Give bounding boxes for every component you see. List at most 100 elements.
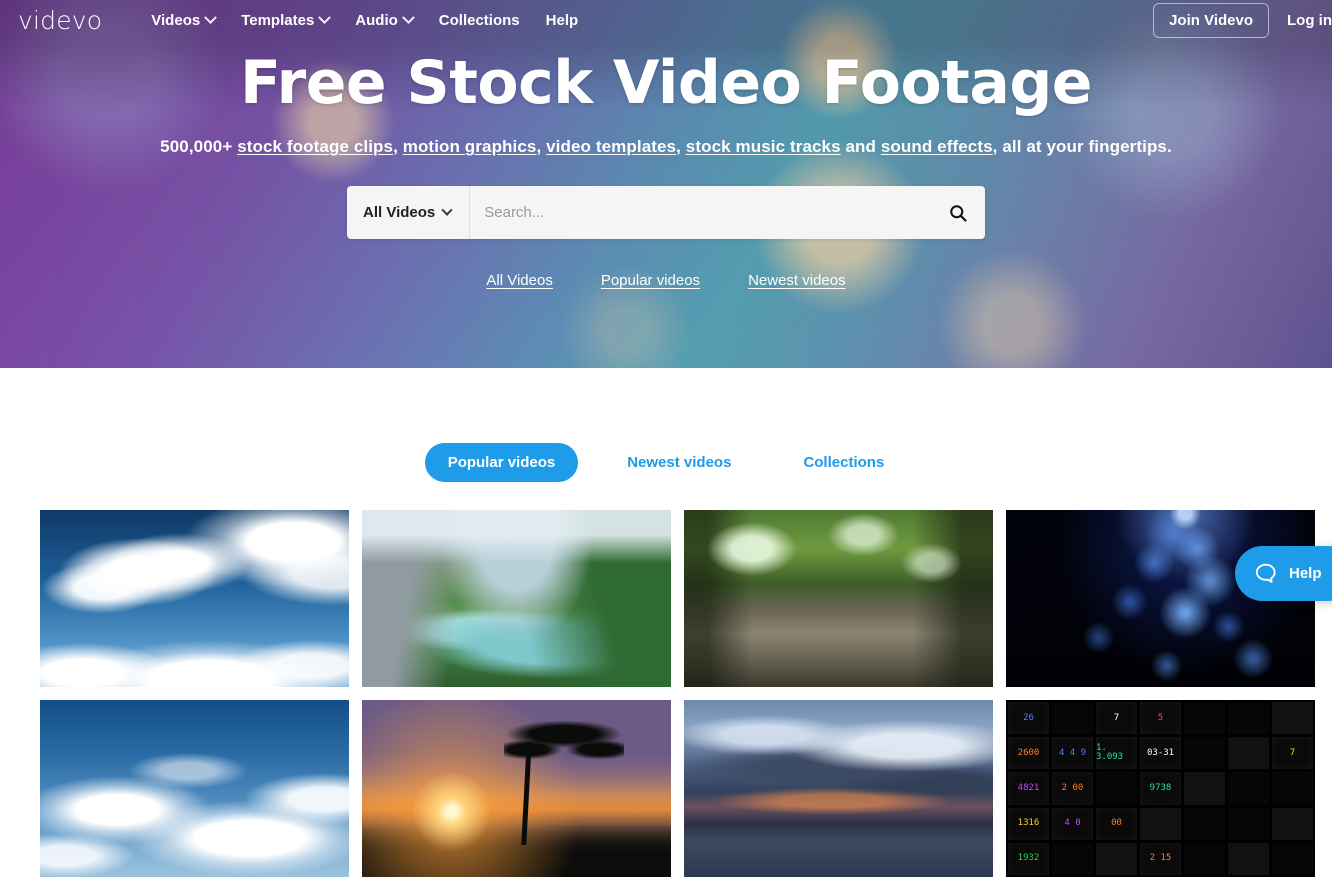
display-cell <box>1140 807 1181 840</box>
link-video-templates[interactable]: video templates <box>546 137 676 156</box>
page-title: Free Stock Video Footage <box>240 48 1093 118</box>
video-thumbnail-grid: 26 7 5 2600 4 4 9 1. 3.093 03-31 7 4821 2 00 9738 1… <box>40 510 1315 877</box>
thumbnail-image <box>684 700 993 877</box>
hero-link-popular-videos[interactable]: Popular videos <box>601 272 700 289</box>
help-label: Help <box>1289 565 1322 582</box>
link-sound-effects[interactable]: sound effects <box>881 137 993 156</box>
hero-subtitle: 500,000+ stock footage clips, motion gra… <box>0 137 1332 157</box>
hero-content: Free Stock Video Footage 500,000+ stock … <box>0 0 1332 289</box>
display-cell: 2 15 <box>1140 842 1181 875</box>
thumbnail-image <box>362 700 671 877</box>
display-cell: 26 <box>1008 702 1049 735</box>
hero-link-all-videos[interactable]: All Videos <box>486 272 552 289</box>
display-cell: 7 <box>1272 737 1313 770</box>
thumbnail-image <box>684 510 993 687</box>
chat-bubble-icon <box>1255 563 1276 583</box>
nav-links: Videos Templates Audio Collections Help <box>138 10 592 29</box>
display-cell: 1. 3.093 <box>1096 737 1137 770</box>
display-cell <box>1272 807 1313 840</box>
display-cell <box>1228 807 1269 840</box>
display-cell: 1932 <box>1008 842 1049 875</box>
hero-quick-links: All Videos Popular videos Newest videos <box>0 272 1332 289</box>
display-cell <box>1228 702 1269 735</box>
display-cell <box>1228 772 1269 805</box>
nav-item-label: Collections <box>438 11 520 29</box>
nav-item-label: Audio <box>355 11 398 29</box>
display-cell: 4821 <box>1008 772 1049 805</box>
main-navigation: videvo Videos Templates Audio Collection… <box>0 0 1332 40</box>
display-cell <box>1096 842 1137 875</box>
search-icon <box>950 204 967 222</box>
hero-subtitle-prefix: 500,000+ <box>160 137 238 156</box>
join-videvo-button[interactable]: Join Videvo <box>1153 2 1269 38</box>
thumbnail-image <box>40 700 349 877</box>
hero-subtitle-sep: , <box>393 137 403 156</box>
link-stock-footage-clips[interactable]: stock footage clips <box>237 137 393 156</box>
chevron-down-icon <box>318 10 332 24</box>
display-cell: 7 <box>1096 702 1137 735</box>
chevron-down-icon <box>204 10 218 24</box>
chevron-down-icon <box>401 10 415 24</box>
display-cell <box>1272 772 1313 805</box>
display-cell: 03-31 <box>1140 737 1181 770</box>
nav-account-actions: Join Videvo Log in <box>1153 0 1332 40</box>
display-cell: 2 00 <box>1052 772 1093 805</box>
display-cell <box>1228 842 1269 875</box>
videvo-logo[interactable]: videvo <box>18 8 102 33</box>
display-cell <box>1184 842 1225 875</box>
display-cell <box>1184 737 1225 770</box>
hero-subtitle-suffix: , all at your fingertips. <box>992 137 1172 156</box>
search-category-label: All Videos <box>363 204 436 221</box>
help-chat-button[interactable]: Help <box>1235 546 1332 601</box>
hero-section: videvo Videos Templates Audio Collection… <box>0 0 1332 368</box>
display-cell <box>1184 772 1225 805</box>
display-cell <box>1228 737 1269 770</box>
display-cell <box>1052 702 1093 735</box>
display-cell-grid: 26 7 5 2600 4 4 9 1. 3.093 03-31 7 4821 2 00 9738 1… <box>1006 700 1315 877</box>
chevron-down-icon <box>441 204 453 216</box>
video-thumbnail-acacia-tree-sunset-birds[interactable] <box>362 700 671 877</box>
nav-item-audio[interactable]: Audio <box>342 10 426 29</box>
display-cell <box>1096 772 1137 805</box>
log-in-link[interactable]: Log in <box>1287 12 1332 29</box>
display-cell: 5 <box>1140 702 1181 735</box>
video-thumbnail-glacier-valley-river[interactable] <box>362 510 671 687</box>
nav-item-label: Videos <box>151 11 201 29</box>
hero-link-newest-videos[interactable]: Newest videos <box>748 272 846 289</box>
link-motion-graphics[interactable]: motion graphics <box>403 137 537 156</box>
display-cell: 4 0 <box>1052 807 1093 840</box>
search-bar: All Videos <box>347 186 985 239</box>
display-cell <box>1184 702 1225 735</box>
nav-item-templates[interactable]: Templates <box>228 10 342 29</box>
thumbnail-image: 26 7 5 2600 4 4 9 1. 3.093 03-31 7 4821 2 00 9738 1… <box>1006 700 1315 877</box>
display-cell: 9738 <box>1140 772 1181 805</box>
display-cell <box>1272 702 1313 735</box>
thumbnail-image <box>362 510 671 687</box>
hero-subtitle-sep: , <box>536 137 547 156</box>
nav-item-videos[interactable]: Videos <box>138 10 228 29</box>
hero-subtitle-sep: , <box>676 137 686 156</box>
display-cell: 4 4 9 <box>1052 737 1093 770</box>
search-submit-button[interactable] <box>931 186 985 239</box>
tab-popular-videos[interactable]: Popular videos <box>424 443 579 482</box>
video-thumbnail-clouds-daytime-sky[interactable] <box>40 700 349 877</box>
link-stock-music-tracks[interactable]: stock music tracks <box>686 137 841 156</box>
display-cell: 1316 <box>1008 807 1049 840</box>
video-thumbnail-rain-on-ground-forest[interactable] <box>684 510 993 687</box>
nav-item-help[interactable]: Help <box>533 12 592 29</box>
video-thumbnail-blue-sky-clouds[interactable] <box>40 510 349 687</box>
display-cell <box>1272 842 1313 875</box>
display-cell <box>1184 807 1225 840</box>
search-input[interactable] <box>470 186 931 239</box>
nav-item-collections[interactable]: Collections <box>426 12 533 29</box>
nav-item-label: Help <box>545 11 579 29</box>
search-category-select[interactable]: All Videos <box>347 186 471 239</box>
display-cell: 2600 <box>1008 737 1049 770</box>
video-thumbnail-dusk-lake-clouds[interactable] <box>684 700 993 877</box>
display-cell: 00 <box>1096 807 1137 840</box>
tab-collections[interactable]: Collections <box>780 443 907 482</box>
hero-subtitle-sep: and <box>840 137 881 156</box>
tab-newest-videos[interactable]: Newest videos <box>604 443 754 482</box>
video-thumbnail-digital-counter-displays[interactable]: 26 7 5 2600 4 4 9 1. 3.093 03-31 7 4821 2 00 9738 1… <box>1006 700 1315 877</box>
content-tabs: Popular videos Newest videos Collections <box>0 368 1332 482</box>
